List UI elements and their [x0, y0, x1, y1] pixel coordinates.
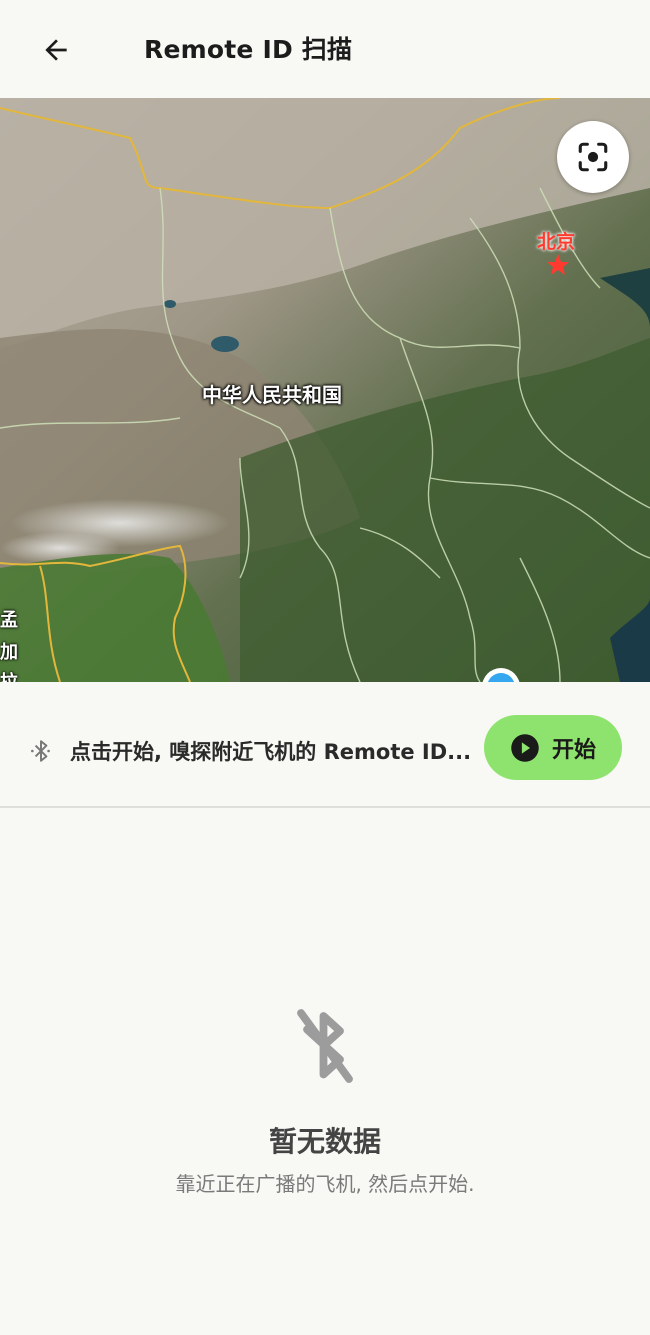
- scan-bar: 点击开始, 嗅探附近飞机的 Remote ID... 开始: [0, 682, 650, 806]
- capital-label: 北京: [537, 231, 576, 253]
- edge-label: 拉: [0, 668, 18, 682]
- bluetooth-icon: [31, 740, 50, 762]
- app-bar: Remote ID 扫描: [0, 0, 650, 98]
- page-title: Remote ID 扫描: [144, 35, 353, 64]
- empty-state: 暂无数据 靠近正在广播的飞机, 然后点开始.: [0, 808, 650, 1335]
- start-button[interactable]: 开始: [484, 715, 622, 780]
- scan-hint-text: 点击开始, 嗅探附近飞机的 Remote ID...: [70, 740, 472, 764]
- locate-target-icon: [578, 142, 608, 172]
- edge-label: 孟: [0, 610, 18, 631]
- start-button-label: 开始: [551, 737, 596, 763]
- locate-button[interactable]: [557, 121, 629, 193]
- satellite-map[interactable]: 中华人民共和国 北京 孟 加 拉: [0, 98, 650, 682]
- edge-label: 加: [0, 642, 18, 663]
- arrow-left-icon: [45, 39, 67, 61]
- play-circle-icon: [511, 733, 539, 762]
- bluetooth-off-icon: [297, 1009, 353, 1083]
- empty-title: 暂无数据: [268, 1125, 381, 1158]
- empty-subtitle: 靠近正在广播的飞机, 然后点开始.: [175, 1172, 475, 1196]
- back-button[interactable]: [32, 28, 80, 72]
- country-label: 中华人民共和国: [202, 383, 342, 407]
